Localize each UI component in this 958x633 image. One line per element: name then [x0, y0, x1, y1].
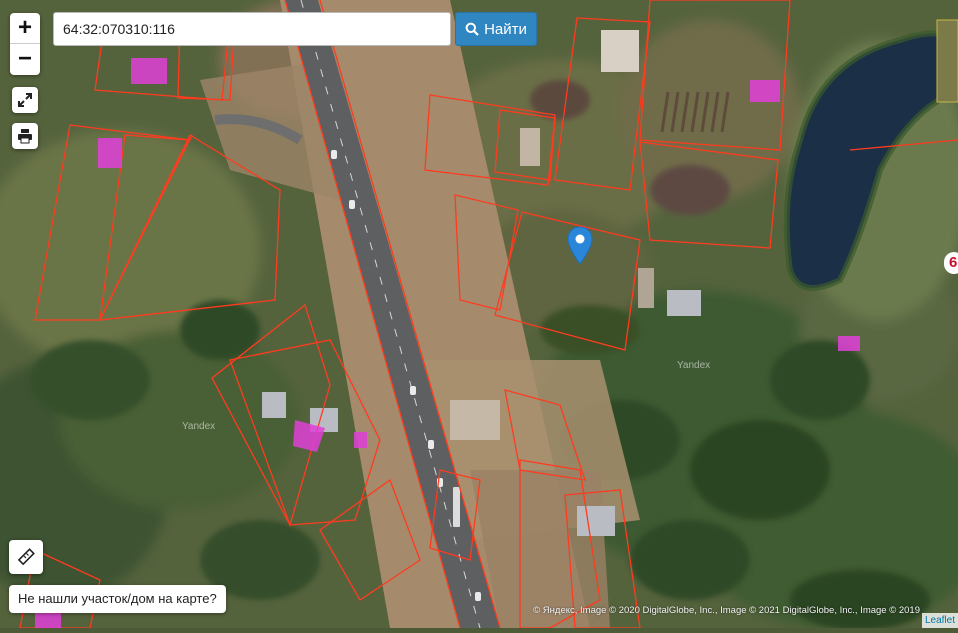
print-button[interactable]	[12, 123, 38, 149]
search-button[interactable]: Найти	[455, 12, 537, 46]
map-watermark: Yandex	[182, 421, 216, 432]
ruler-icon	[17, 548, 35, 566]
cadastral-search-input[interactable]	[53, 12, 451, 46]
printer-icon	[18, 129, 32, 144]
fullscreen-icon	[18, 93, 32, 107]
satellite-map[interactable]	[0, 0, 958, 630]
fullscreen-button[interactable]	[12, 87, 38, 113]
map-edge-tile	[936, 19, 958, 103]
map-watermark: Yandex	[677, 360, 711, 371]
location-marker-icon[interactable]	[566, 226, 594, 266]
map-attribution: © Яндекс, Image © 2020 DigitalGlobe, Inc…	[533, 605, 920, 616]
edge-cluster-label[interactable]: 6	[944, 252, 958, 274]
measure-button[interactable]	[9, 540, 43, 574]
not-found-parcel-button[interactable]: Не нашли участок/дом на карте?	[9, 585, 226, 613]
zoom-out-button[interactable]: −	[10, 43, 40, 74]
search-button-label: Найти	[484, 20, 527, 38]
search-icon	[465, 22, 479, 36]
zoom-control: + −	[10, 13, 40, 75]
map-imagery	[0, 0, 958, 630]
zoom-in-button[interactable]: +	[10, 13, 40, 43]
leaflet-link[interactable]: Leaflet	[921, 613, 958, 628]
